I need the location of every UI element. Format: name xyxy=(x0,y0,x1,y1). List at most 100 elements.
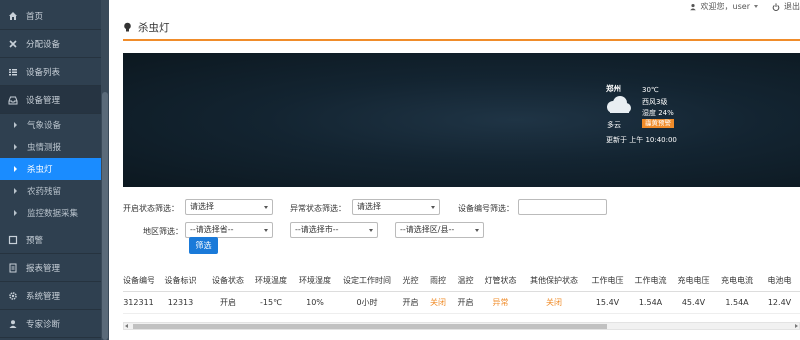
table-horizontal-scrollbar[interactable] xyxy=(123,322,800,330)
table-header-row: 设备编号 设备标识 设备状态 环境温度 环境湿度 设定工作时间 光控 雨控 温控… xyxy=(123,270,800,292)
sidebar-item-pest-report[interactable]: 虫情测报 xyxy=(0,136,101,158)
caret-right-icon xyxy=(14,210,17,216)
city-value: --请选择市-- xyxy=(295,225,339,234)
device-no-filter-input[interactable] xyxy=(518,199,607,215)
sidebar-item-weather-device[interactable]: 气象设备 xyxy=(0,114,101,136)
chevron-down-icon xyxy=(431,206,435,209)
caret-right-icon xyxy=(14,188,17,194)
table-header: 充电电压 xyxy=(677,276,710,285)
table-cell: 312311 xyxy=(123,298,154,307)
sidebar-item-label: 系统管理 xyxy=(26,291,61,302)
filter-button[interactable]: 筛选 xyxy=(189,237,218,254)
caret-right-icon xyxy=(14,122,17,128)
abnormal-filter-select[interactable]: 请选择 xyxy=(352,199,440,215)
sidebar-item-reports[interactable]: 报表管理 xyxy=(0,254,101,282)
user-icon xyxy=(7,318,18,329)
sidebar-item-device-management[interactable]: 设备管理 xyxy=(0,86,101,114)
table-header: 工作电压 xyxy=(591,276,624,285)
city-select[interactable]: --请选择市-- xyxy=(290,222,378,238)
sidebar-item-insect-lamp[interactable]: 杀虫灯 xyxy=(0,158,101,180)
table-cell: 1.54A xyxy=(725,298,749,307)
weather-humidity: 湿度 24% xyxy=(642,109,674,117)
weather-widget: 郑州 多云 30℃ 西风3级 湿度 24% 霾黄预警 更新于 上午 10:40:… xyxy=(603,80,723,150)
title-divider xyxy=(123,39,800,41)
sidebar: 首页 分配设备 设备列表 设备管理 气象设备 虫情测报 杀虫灯 农药残留 监控数… xyxy=(0,0,109,340)
chevron-down-icon xyxy=(369,229,373,232)
weather-temp: 30℃ xyxy=(642,86,659,94)
chevron-down-icon xyxy=(264,206,268,209)
table-cell: 异常 xyxy=(492,298,509,307)
table-cell: 12313 xyxy=(167,298,194,307)
table-header: 工作电流 xyxy=(634,276,667,285)
table-header: 设定工作时间 xyxy=(343,276,391,285)
table-cell: 12.4V xyxy=(767,298,792,307)
table-cell: 开启 xyxy=(457,298,474,307)
weather-updated: 更新于 上午 10:40:00 xyxy=(606,136,677,144)
table-header: 其他保护状态 xyxy=(530,276,578,285)
sidebar-item-system[interactable]: 系统管理 xyxy=(0,282,101,310)
table-header: 光控 xyxy=(402,276,419,285)
weather-alert-badge[interactable]: 霾黄预警 xyxy=(642,119,674,128)
chevron-down-icon xyxy=(264,229,268,232)
user-icon xyxy=(689,3,696,10)
sidebar-item-alert[interactable]: 预警 xyxy=(0,226,101,254)
gear-icon xyxy=(7,290,18,301)
user-menu[interactable]: 欢迎您，user xyxy=(689,1,758,12)
scroll-right-icon[interactable] xyxy=(795,324,798,328)
page-title-text: 杀虫灯 xyxy=(138,22,170,34)
cloud-icon xyxy=(607,96,631,113)
weather-wind: 西风3级 xyxy=(642,98,668,106)
page-title: 杀虫灯 xyxy=(123,20,170,35)
sidebar-item-label: 设备管理 xyxy=(26,95,61,106)
table-header: 雨控 xyxy=(430,276,446,285)
report-icon xyxy=(7,262,18,273)
district-value: --请选择区/县-- xyxy=(400,225,455,234)
list-icon xyxy=(7,66,18,77)
bulb-icon xyxy=(124,22,131,32)
sidebar-item-expert[interactable]: 专家诊断 xyxy=(0,310,101,338)
abnormal-filter-value: 请选择 xyxy=(357,202,381,211)
table-cell: 15.4V xyxy=(595,298,620,307)
wrench-icon xyxy=(7,38,18,49)
sidebar-item-label: 设备列表 xyxy=(26,67,61,78)
logout-label: 退出 xyxy=(784,2,800,11)
sidebar-item-label: 杀虫灯 xyxy=(27,165,53,175)
sidebar-item-home[interactable]: 首页 xyxy=(0,2,101,30)
province-select[interactable]: --请选择省-- xyxy=(185,222,273,238)
sidebar-item-pesticide-residue[interactable]: 农药残留 xyxy=(0,180,101,202)
alert-icon xyxy=(7,234,18,245)
sidebar-item-label: 报表管理 xyxy=(26,263,61,274)
province-value: --请选择省-- xyxy=(190,225,234,234)
caret-right-icon xyxy=(14,166,17,172)
sidebar-item-device-list[interactable]: 设备列表 xyxy=(0,58,101,86)
chevron-down-icon xyxy=(475,229,479,232)
table-header: 温控 xyxy=(457,276,474,285)
sidebar-scroll-thumb[interactable] xyxy=(102,92,108,340)
table-header: 环境温度 xyxy=(255,276,287,285)
table-row[interactable]: 312311 12313 开启 -15℃ 10% 0小时 开启 关闭 开启 异常… xyxy=(123,292,800,314)
table-cell: 关闭 xyxy=(430,298,446,307)
sidebar-item-monitor-data[interactable]: 监控数据采集 xyxy=(0,202,101,224)
table-cell: -15℃ xyxy=(259,298,283,307)
table-cell: 关闭 xyxy=(546,298,562,307)
caret-right-icon xyxy=(14,144,17,150)
sidebar-scrollbar[interactable] xyxy=(101,0,109,340)
home-icon xyxy=(7,10,18,21)
weather-city: 郑州 xyxy=(606,84,621,93)
scroll-left-icon[interactable] xyxy=(125,324,128,328)
sidebar-item-assign-device[interactable]: 分配设备 xyxy=(0,30,101,58)
table-header: 环境湿度 xyxy=(299,276,331,285)
logout-button[interactable]: 退出 xyxy=(772,1,800,12)
district-select[interactable]: --请选择区/县-- xyxy=(395,222,484,238)
table-header: 设备标识 xyxy=(164,276,197,285)
table-cell: 10% xyxy=(306,298,324,307)
power-icon xyxy=(772,2,780,11)
table-cell: 1.54A xyxy=(638,298,663,307)
weather-desc: 多云 xyxy=(607,121,621,129)
table-scroll-thumb[interactable] xyxy=(133,324,607,329)
table-cell: 0小时 xyxy=(356,298,378,307)
switch-filter-select[interactable]: 请选择 xyxy=(185,199,273,215)
table-header: 充电电流 xyxy=(721,276,753,285)
table-cell: 开启 xyxy=(402,298,419,307)
device-no-filter-label: 设备编号筛选： xyxy=(458,204,514,213)
